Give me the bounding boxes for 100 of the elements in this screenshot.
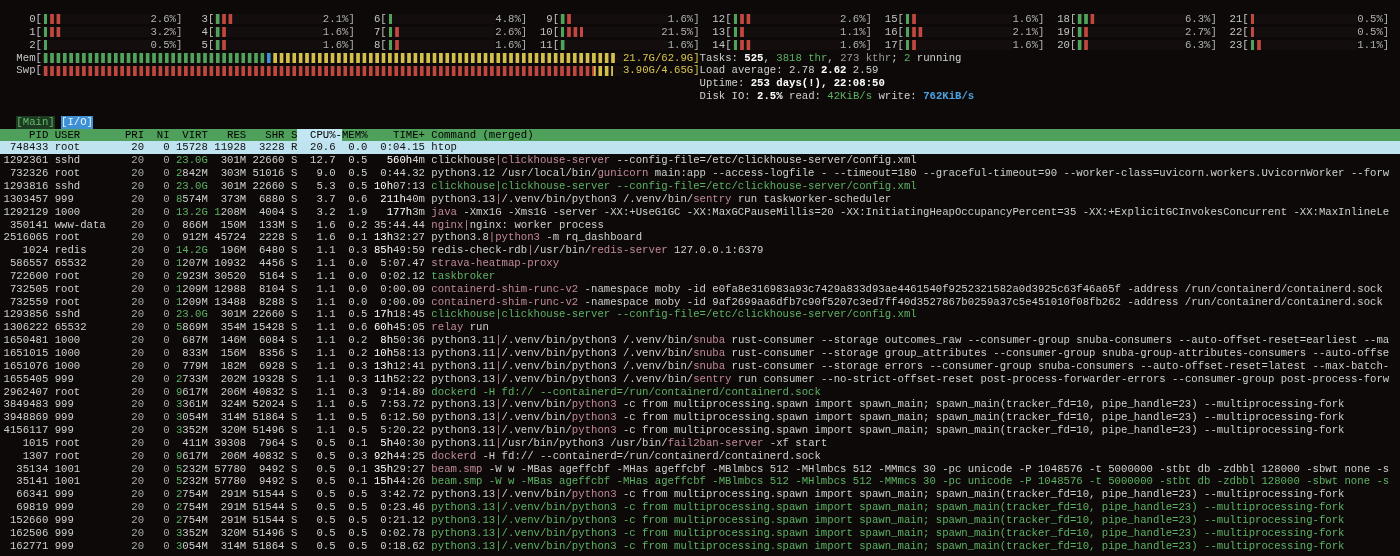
table-cell-text: 0.5 (347, 180, 368, 193)
table-cell-text: 211h40m (379, 192, 425, 206)
table-cell-text: 15428 (251, 321, 285, 335)
process-row[interactable]: 1015 root 20 0 411M 39308 7964 S 0.5 0.1 5h40:30 python3.11|/usr/bin/python3 /usr/bin/fail2ban-server -xf start (0, 436, 1400, 450)
table-cell-text: 0.5 (315, 488, 336, 502)
table-cell-text: 320M (219, 526, 247, 540)
table-cell-text: 0.1 (347, 475, 368, 489)
command-cell-text: nginx|nginx: worker process (430, 218, 604, 232)
command-cell-text: clickhouse|clickhouse-server --config-file=/etc/clickhouse-server/config.xml (430, 308, 917, 322)
table-cell-text: 1000 (53, 346, 82, 360)
meter-label: 1[ (28, 25, 42, 39)
column-header[interactable]: CPU%- (297, 128, 342, 142)
tab[interactable]: [Main] (16, 115, 55, 129)
table-cell-text: 20 (130, 308, 145, 322)
command-cell-text: dockerd -H fd:// --containerd=/run/containerd/containerd.sock (430, 385, 821, 399)
table-cell-text: S (289, 180, 298, 193)
process-row[interactable]: 1292361 sshd 20 0 23.0G 301M 22660 S 12.7 0.5 560h4m clickhouse|clickhouse-server --config-file=/etc/clickhouse-server/config.xml (0, 154, 1400, 168)
table-cell: 1651076 (3, 359, 49, 373)
command-cell-text: python3.13|/.venv/bin/python3 -c from multiprocessing.spawn import spawn_main; spawn_main(tracker_fd=10, pipe_handle=23) --multiprocessing-fork (430, 526, 1345, 540)
table-cell-text: 0 (162, 167, 170, 180)
table-cell-text: 1.1 (315, 295, 336, 309)
table-cell-text: 13h32:27 (372, 231, 425, 245)
process-row[interactable]: 1303457 999 20 0 8574M 373M 6880 S 3.7 0.6 211h40m python3.13|/.venv/bin/python3 /.venv/bin/sentry run taskworker-scheduler (0, 192, 1400, 206)
command-cell-text: clickhouse|clickhouse-server --config-file=/etc/clickhouse-server/config.xml (430, 154, 917, 168)
process-row[interactable]: 162771 999 20 0 3054M 314M 51864 S 0.5 0.5 0:18.62 python3.13|/.venv/bin/python3 -c from multiprocessing.spawn import spawn_main; spawn_main(tracker_fd=10, pipe_handle=23) --multiprocessing-fork (0, 539, 1400, 553)
meter-label: 14[ (711, 38, 732, 52)
command-cell-text: python3.8|python3 -m rq_dashboard (430, 231, 643, 245)
table-cell-text: sshd (53, 180, 82, 193)
process-row[interactable]: 1293816 sshd 20 0 23.0G 301M 22660 S 5.3 0.5 10h07:13 clickhouse|clickhouse-server --config-file=/etc/clickhouse-server/config.xml (0, 180, 1400, 193)
table-cell-text: 8574M (174, 192, 208, 206)
table-cell-text: 30520 (213, 269, 247, 283)
table-cell-text: 51544 (251, 513, 285, 527)
table-cell-text: 1.1 (315, 257, 336, 270)
command-cell-text: python3.13|/.venv/bin/python3 -c from multiprocessing.spawn import spawn_main; spawn_main(tracker_fd=10, pipe_handle=23) --multiprocessing-fork (430, 488, 1345, 502)
table-cell-text: 314M (219, 411, 247, 425)
column-header[interactable]: NI (144, 128, 170, 142)
table-cell-text: S (289, 539, 298, 553)
process-row[interactable]: 350141 www-data 20 0 866M 150M 133M S 1.6 0.2 35:44.44 nginx|nginx: worker process (0, 218, 1400, 232)
column-header[interactable]: USER (48, 128, 119, 142)
table-cell-text: 1.1 (315, 321, 336, 335)
column-header[interactable]: Command (merged) (424, 128, 534, 142)
table-cell-text: 65532 (53, 257, 88, 270)
table-cell-text: 7:53.72 (379, 398, 425, 412)
process-row[interactable]: 66341 999 20 0 2754M 291M 51544 S 0.5 0.5 3:42.72 python3.13|/.venv/bin/python3 -c from multiprocessing.spawn import spawn_main; spawn_main(tracker_fd=10, pipe_handle=23) --multiprocessing-fork (0, 488, 1400, 502)
column-header[interactable]: VIRT (169, 128, 208, 142)
table-cell-text: 20 (130, 501, 145, 514)
table-cell-text: 0 (162, 334, 170, 347)
process-row[interactable]: 1306222 65532 20 0 5869M 354M 15428 S 1.1 0.6 60h45:05 relay run (0, 321, 1400, 335)
column-header[interactable]: SHR (246, 128, 285, 142)
table-cell-text: 0 (162, 372, 170, 386)
table-cell-text: 0 (162, 308, 170, 322)
command-cell-text: relay run (430, 321, 489, 335)
process-row[interactable]: 1307 root 20 0 9617M 206M 40832 S 0.5 0.3 92h44:25 dockerd -H fd:// --containerd=/run/containerd/containerd.sock (0, 449, 1400, 463)
meter-label: 9[ (545, 13, 560, 26)
table-cell-text: 51496 (251, 424, 285, 437)
process-row[interactable]: 1293856 sshd 20 0 23.0G 301M 22660 S 1.1 0.5 17h18:45 clickhouse|clickhouse-server --config-file=/etc/clickhouse-server/config.xml (0, 308, 1400, 322)
table-cell-text: 5:20.22 (379, 424, 425, 437)
table-cell-text: root (53, 385, 82, 399)
table-cell-text: 23.0G (174, 308, 208, 322)
process-row[interactable]: 152660 999 20 0 2754M 291M 51544 S 0.5 0.5 0:21.12 python3.13|/.venv/bin/python3 -c from multiprocessing.spawn import spawn_main; spawn_main(tracker_fd=10, pipe_handle=23) --multiprocessing-fork (0, 513, 1400, 527)
process-row[interactable]: 2516065 root 20 0 912M 45724 2228 S 1.6 0.1 13h32:27 python3.8|python3 -m rq_dashboard (0, 231, 1400, 245)
process-row[interactable]: 722600 root 20 0 2923M 30520 5164 S 1.1 0.0 0:02.12 taskbroker (0, 269, 1400, 283)
table-cell: 1306222 (3, 321, 49, 335)
table-cell-text: 0:04.15 (379, 141, 425, 155)
process-row[interactable]: 3948869 999 20 0 3054M 314M 51864 S 1.1 0.5 6:12.50 python3.13|/.venv/bin/python3 -c from multiprocessing.spawn import spawn_main; spawn_main(tracker_fd=10, pipe_handle=23) --multiprocessing-fork (0, 411, 1400, 425)
table-cell-text: 0.5 (315, 462, 336, 476)
table-cell-text: 2754M (174, 513, 208, 527)
table-cell-text: root (53, 436, 82, 450)
table-cell-text: 156M (219, 346, 247, 360)
table-cell-text: root (53, 167, 82, 180)
process-row[interactable]: 586557 65532 20 0 1207M 10932 4456 S 1.1 0.0 5:07.47 strava-heatmap-proxy (0, 257, 1400, 270)
table-cell: 2516065 (3, 231, 49, 245)
column-header[interactable]: S (284, 128, 298, 142)
table-cell-text: 999 (53, 488, 75, 502)
process-row[interactable]: 2962407 root 20 0 9617M 206M 40832 S 1.1 0.3 9:14.89 dockerd -H fd:// --containerd=/run/containerd/containerd.sock (0, 385, 1400, 399)
table-cell-text: 732559 (8, 295, 49, 309)
column-header[interactable]: TIME+ (367, 128, 425, 142)
process-row[interactable]: 69819 999 20 0 2754M 291M 51544 S 0.5 0.5 0:23.46 python3.13|/.venv/bin/python3 -c from multiprocessing.spawn import spawn_main; spawn_main(tracker_fd=10, pipe_handle=23) --multiprocessing-fork (0, 501, 1400, 514)
process-row[interactable]: 162506 999 20 0 3352M 320M 51496 S 0.5 0.5 0:02.78 python3.13|/.venv/bin/python3 -c from multiprocessing.spawn import spawn_main; spawn_main(tracker_fd=10, pipe_handle=23) --multiprocessing-fork (0, 526, 1400, 540)
column-header[interactable]: PRI (118, 128, 145, 142)
table-cell-text: 687M (181, 334, 208, 347)
table-cell-text: 0 (162, 141, 170, 155)
column-header[interactable]: MEM% (341, 128, 368, 142)
table-cell-text: 202M (219, 372, 247, 386)
table-cell-text: 4456 (257, 257, 285, 270)
table-cell-text: 20 (130, 436, 145, 450)
table-cell: 1292129 (3, 205, 49, 219)
table-cell-text: 3054M (174, 411, 208, 425)
column-header[interactable]: RES (207, 128, 247, 142)
column-header[interactable]: PID (3, 128, 49, 142)
table-cell-text: 0.6 (347, 192, 368, 206)
command-cell-text: python3.13|/.venv/bin/python3 /.venv/bin/sentry run taskworker-scheduler (430, 192, 892, 206)
process-row[interactable]: 4156117 999 20 0 3352M 320M 51496 S 1.1 0.5 5:20.22 python3.13|/.venv/bin/python3 -c from multiprocessing.spawn import spawn_main; spawn_main(tracker_fd=10, pipe_handle=23) --multiprocessing-fork (0, 424, 1400, 437)
table-cell-text: 0:00.09 (379, 282, 425, 296)
process-row[interactable]: 748433 root 20 0 15728 11928 3228 R 20.6 0.0 0:04.15 htop (0, 141, 1400, 155)
table-cell-text: 51544 (251, 501, 285, 514)
table-cell-text: 20 (130, 167, 145, 180)
table-cell-text: 0:21.12 (379, 513, 425, 527)
process-row[interactable]: 1024 redis 20 0 14.2G 196M 6480 S 1.1 0.3 85h49:59 redis-check-rdb|/usr/bin/redis-server 127.0.0.1:6379 (0, 244, 1400, 258)
process-row[interactable]: 3849483 999 20 0 3361M 324M 52024 S 1.1 0.5 7:53.72 python3.13|/.venv/bin/python3 -c from multiprocessing.spawn import spawn_main; spawn_main(tracker_fd=10, pipe_handle=23) --multiprocessing-fork (0, 398, 1400, 412)
